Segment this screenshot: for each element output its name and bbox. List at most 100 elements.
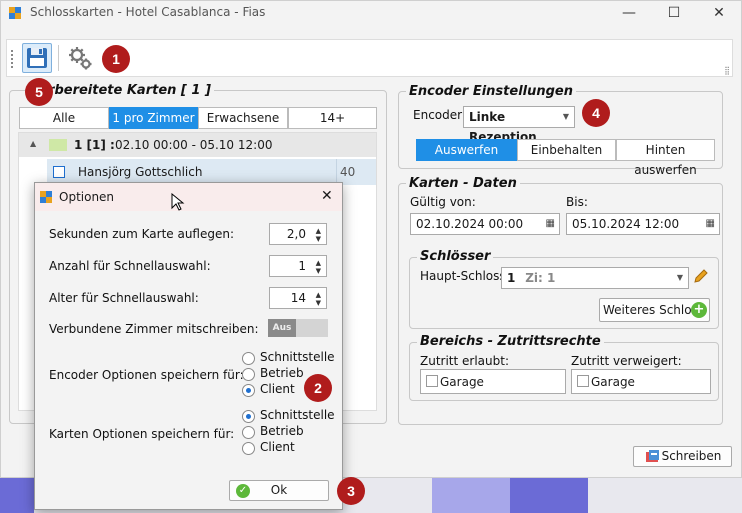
cards-radio-betrieb[interactable] — [242, 426, 255, 439]
dialog-close-button[interactable]: ✕ — [321, 188, 333, 204]
minimize-button[interactable]: — — [607, 3, 651, 23]
add-lock-label: Weiteres Schloss — [603, 303, 705, 317]
encoder-label: Encoder: — [413, 108, 466, 122]
spin-up-icon[interactable]: ▲ — [316, 259, 321, 267]
row-checkbox[interactable] — [53, 166, 65, 178]
valid-from-label: Gültig von: — [410, 195, 476, 209]
garage-allowed-label: Garage — [440, 375, 484, 389]
background-block — [432, 478, 510, 513]
save-button[interactable] — [22, 43, 52, 73]
spin-down-icon[interactable]: ▼ — [316, 235, 321, 243]
eject-button[interactable]: Auswerfen — [416, 139, 517, 161]
spin-up-icon[interactable]: ▲ — [316, 291, 321, 299]
encoder-save-label: Encoder Optionen speichern für: — [49, 368, 244, 382]
quick-count-spinner[interactable]: 1 ▲ ▼ — [269, 255, 327, 277]
window-title: Schlosskarten - Hotel Casablanca - Fias — [30, 5, 266, 19]
retain-button[interactable]: Einbehalten — [517, 139, 616, 161]
spin-down-icon[interactable]: ▼ — [316, 299, 321, 307]
settings-button[interactable] — [65, 43, 95, 73]
write-button[interactable]: Schreiben — [633, 446, 732, 467]
cards-option-label: Client — [260, 440, 295, 454]
options-dialog: Optionen ✕ Sekunden zum Karte auflegen: … — [34, 182, 343, 510]
calendar-icon[interactable]: ▦ — [546, 214, 555, 234]
floppy-disk-icon — [27, 48, 47, 68]
valid-from-input[interactable]: 02.10.2024 00:00 ▦ — [410, 213, 560, 235]
add-lock-button[interactable]: Weiteres Schloss + — [599, 298, 710, 322]
checkmark-icon: ✓ — [236, 484, 250, 498]
card-data-title: Karten - Daten — [406, 176, 520, 191]
encoder-option-label: Client — [260, 382, 295, 396]
cards-save-label: Karten Optionen speichern für: — [49, 427, 235, 441]
garage-denied-checkbox[interactable] — [577, 375, 589, 387]
tab-erwachsene[interactable]: Erwachsene — [198, 107, 288, 129]
access-denied-list[interactable]: Garage — [571, 369, 711, 394]
background-block — [0, 478, 34, 513]
tab-alle[interactable]: Alle — [19, 107, 109, 129]
title-bar: Schlosskarten - Hotel Casablanca - Fias … — [1, 1, 741, 25]
tab-1-pro-zimmer[interactable]: 1 pro Zimmer — [109, 107, 198, 129]
dialog-title-bar: Optionen ✕ — [35, 183, 342, 211]
tab-14-plus[interactable]: 14+ — [288, 107, 377, 129]
access-allowed-label: Zutritt erlaubt: — [420, 354, 509, 368]
chevron-down-icon: ▼ — [562, 112, 569, 121]
write-button-label: Schreiben — [661, 449, 722, 463]
main-lock-select[interactable]: 1 Zi: 1 ▼ — [501, 267, 689, 289]
access-denied-label: Zutritt verweigert: — [571, 354, 682, 368]
age-value: 14 — [290, 291, 306, 305]
cards-radio-schnittstelle[interactable] — [242, 410, 255, 423]
seconds-value: 2,0 — [286, 227, 306, 241]
room-color-swatch — [49, 139, 67, 151]
prepared-cards-title: Vorbereitete Karten [ 1 ] — [27, 83, 214, 98]
age-label: Alter für Schnellauswahl: — [49, 291, 199, 305]
callout-badge-3: 3 — [337, 477, 365, 505]
encoder-option-label: Betrieb — [260, 366, 304, 380]
quick-count-value: 1 — [298, 259, 306, 273]
main-lock-number: 1 — [507, 271, 516, 285]
toggle-state: Aus — [268, 319, 296, 337]
seconds-label: Sekunden zum Karte auflegen: — [49, 227, 235, 241]
gear-icon — [69, 47, 92, 70]
callout-badge-1: 1 — [102, 45, 130, 73]
collapse-icon[interactable]: ▲ — [30, 139, 36, 148]
until-label: Bis: — [566, 195, 588, 209]
encoder-radio-client[interactable] — [242, 384, 255, 397]
encoder-select[interactable]: Linke Rezeption ▼ — [463, 106, 575, 144]
quick-count-label: Anzahl für Schnellauswahl: — [49, 259, 211, 273]
garage-allowed-checkbox[interactable] — [426, 375, 438, 387]
toolbar-grip[interactable] — [11, 50, 14, 68]
callout-badge-2: 2 — [304, 374, 332, 402]
group-label: 1 [1] : — [74, 138, 115, 152]
cards-option-label: Betrieb — [260, 424, 304, 438]
maximize-button[interactable]: ☐ — [652, 3, 696, 23]
plus-icon: + — [691, 302, 707, 318]
until-input[interactable]: 05.10.2024 12:00 ▦ — [566, 213, 720, 235]
linked-rooms-toggle[interactable]: Aus — [268, 319, 328, 337]
spin-down-icon[interactable]: ▼ — [316, 267, 321, 275]
pencil-icon[interactable] — [692, 268, 710, 286]
encoder-radio-schnittstelle[interactable] — [242, 352, 255, 365]
ok-button[interactable]: ✓ Ok — [229, 480, 329, 501]
eject-back-button[interactable]: Hinten auswerfen — [616, 139, 715, 177]
cards-radio-client[interactable] — [242, 442, 255, 455]
encoder-radio-betrieb[interactable] — [242, 368, 255, 381]
access-allowed-list[interactable]: Garage — [420, 369, 566, 394]
seconds-spinner[interactable]: 2,0 ▲ ▼ — [269, 223, 327, 245]
tree-group[interactable]: ▲ 1 [1] : 02.10 00:00 - 05.10 12:00 — [19, 133, 376, 157]
ok-label: Ok — [270, 483, 288, 497]
linked-rooms-label: Verbundene Zimmer mitschreiben: — [49, 322, 259, 336]
spin-up-icon[interactable]: ▲ — [316, 227, 321, 235]
app-icon — [40, 191, 52, 203]
age-spinner[interactable]: 14 ▲ ▼ — [269, 287, 327, 309]
app-icon — [9, 7, 21, 19]
callout-badge-4: 4 — [582, 99, 610, 127]
callout-badge-5: 5 — [25, 78, 53, 106]
encoder-option-label: Schnittstelle — [260, 350, 335, 364]
garage-denied-label: Garage — [591, 375, 635, 389]
main-lock-label: Haupt-Schloss: — [420, 269, 510, 283]
group-dates: 02.10 00:00 - 05.10 12:00 — [115, 138, 273, 152]
chevron-down-icon: ▼ — [676, 273, 683, 282]
guest-name: Hansjörg Gottschlich — [78, 165, 203, 179]
write-card-icon — [646, 450, 659, 462]
close-button[interactable]: ✕ — [697, 3, 741, 23]
calendar-icon[interactable]: ▦ — [706, 214, 715, 234]
